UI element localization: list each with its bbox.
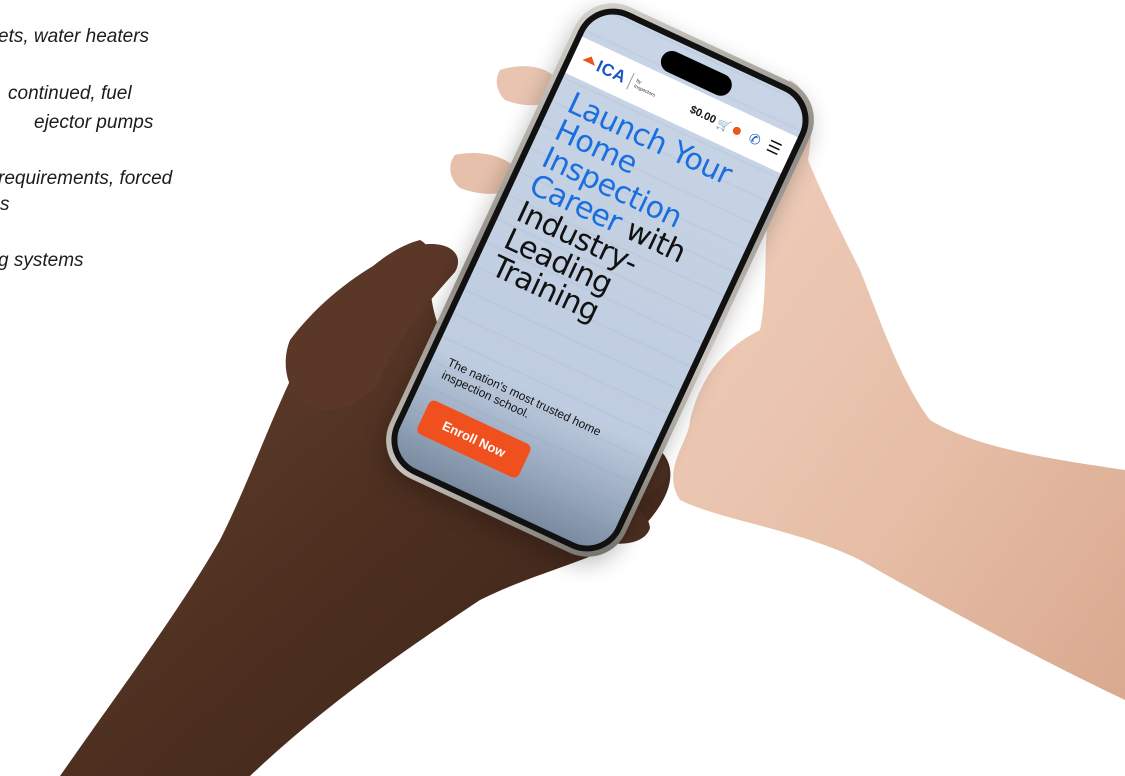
hamburger-menu-icon[interactable]: ☰ [763,136,784,160]
phone-icon[interactable]: ✆ [746,129,763,149]
cart-icon: 🛒 [715,117,733,134]
ica-logo[interactable]: ICA [579,50,630,88]
cart-button[interactable]: $0.00 🛒 [688,103,744,138]
logo-subtext: by Inspectors [632,77,657,99]
cart-total: $0.00 [687,103,718,127]
logo-text: ICA [593,56,630,87]
house-icon [582,53,599,66]
cart-badge [731,125,743,137]
